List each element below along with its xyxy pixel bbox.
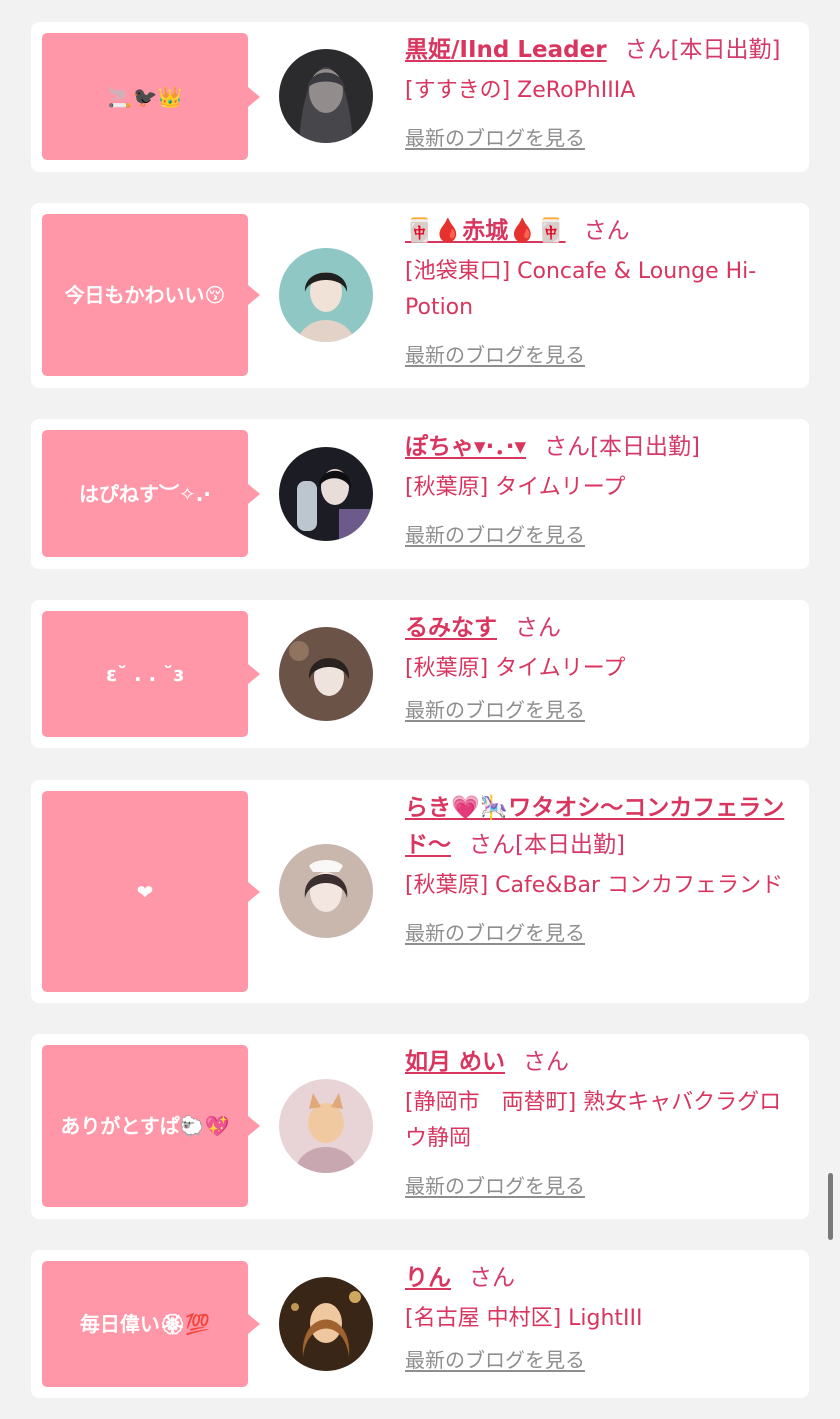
message-text: ɛ˘ . . ˘ɜ: [105, 662, 185, 686]
avatar-image: [279, 627, 373, 721]
name-line: らき💗🎠ワタオシ〜コンカフェランド〜 さん[本日出勤]: [405, 790, 795, 864]
card-6: ありがとすぱ🐑💖 如月 めい さん [静岡市 両替町] 熟女キャバクラグロウ静岡 …: [31, 1034, 809, 1219]
message-bubble: 🚬🐦‍⬛👑: [42, 33, 260, 160]
scrollbar[interactable]: [828, 1173, 833, 1240]
honorific: さん: [469, 1265, 515, 1291]
avatar-image: [279, 447, 373, 541]
shop-name: [静岡市 両替町] 熟女キャバクラグロウ静岡: [405, 1090, 782, 1151]
status-badge: [本日出勤]: [515, 832, 625, 858]
name-line: りん さん: [405, 1260, 795, 1297]
blog-link[interactable]: 最新のブログを見る: [405, 123, 795, 153]
cast-name-link[interactable]: 如月 めい: [405, 1049, 505, 1075]
blog-link[interactable]: 最新のブログを見る: [405, 340, 795, 370]
info: 🀄🩸赤城🩸🀄 さん [池袋東口] Concafe & Lounge Hi-Poti…: [405, 213, 795, 370]
name-line: ぽちゃ▾·．·▾ さん[本日出勤]: [405, 429, 795, 466]
name-line: 如月 めい さん: [405, 1044, 795, 1081]
message-bubble: ❤: [42, 791, 260, 992]
shop-name: [すすきの] ZeRoPhIIIA: [405, 78, 636, 103]
honorific: さん: [469, 832, 515, 858]
blog-link[interactable]: 最新のブログを見る: [405, 1171, 795, 1201]
message-text: はぴねす︶✧.·: [79, 481, 211, 506]
avatar-image: [279, 1277, 373, 1371]
cast-name-link[interactable]: りん: [405, 1265, 451, 1291]
shop-name: [秋葉原] タイムリープ: [405, 475, 626, 500]
name-line: 🀄🩸赤城🩸🀄 さん: [405, 213, 795, 250]
shop-name: [名古屋 中村区] LightIII: [405, 1306, 643, 1331]
card-2: 今日もかわいい😚 🀄🩸赤城🩸🀄 さん [池袋東口] Concafe & Loung…: [31, 203, 809, 388]
avatar[interactable]: [279, 248, 373, 342]
status-badge: [本日出勤]: [670, 37, 781, 63]
message-text: 今日もかわいい😚: [64, 283, 226, 307]
status-badge: [本日出勤]: [590, 434, 701, 460]
card-3: はぴねす︶✧.· ぽちゃ▾·．·▾ さん[本日出勤] [秋葉原] タイムリープ 最…: [31, 419, 809, 569]
cast-name-link[interactable]: 🀄🩸赤城🩸🀄: [405, 218, 566, 244]
avatar[interactable]: [279, 1277, 373, 1371]
shop-name: [池袋東口] Concafe & Lounge Hi-Potion: [405, 259, 757, 320]
message-bubble: 今日もかわいい😚: [42, 214, 260, 376]
card-7: 毎日偉い🏵💯 りん さん [名古屋 中村区] LightIII 最新のブログを見る: [31, 1250, 809, 1398]
avatar-image: [279, 49, 373, 143]
info: るみなす さん [秋葉原] タイムリープ 最新のブログを見る: [405, 610, 795, 725]
info: りん さん [名古屋 中村区] LightIII 最新のブログを見る: [405, 1260, 795, 1375]
shop-name: [秋葉原] タイムリープ: [405, 656, 626, 681]
name-line: るみなす さん: [405, 610, 795, 647]
blog-link[interactable]: 最新のブログを見る: [405, 1345, 795, 1375]
cast-name-link[interactable]: 黒姫/IInd Leader: [405, 37, 607, 63]
cast-name-link[interactable]: るみなす: [405, 615, 497, 641]
avatar-image: [279, 844, 373, 938]
name-line: 黒姫/IInd Leader さん[本日出勤]: [405, 32, 795, 69]
blog-link[interactable]: 最新のブログを見る: [405, 918, 795, 948]
shop-name: [秋葉原] Cafe&Bar コンカフェランド: [405, 873, 784, 898]
avatar[interactable]: [279, 844, 373, 938]
blog-link[interactable]: 最新のブログを見る: [405, 520, 795, 550]
card-1: 🚬🐦‍⬛👑 黒姫/IInd Leader さん[本日出勤] [すすきの] ZeRo…: [31, 22, 809, 172]
info: 如月 めい さん [静岡市 両替町] 熟女キャバクラグロウ静岡 最新のブログを見る: [405, 1044, 795, 1201]
honorific: さん: [523, 1049, 570, 1075]
message-text: ❤: [136, 879, 154, 904]
avatar[interactable]: [279, 49, 373, 143]
cast-name-link[interactable]: ぽちゃ▾·．·▾: [405, 434, 526, 460]
message-bubble: ありがとすぱ🐑💖: [42, 1045, 260, 1207]
message-bubble: はぴねす︶✧.·: [42, 430, 260, 557]
honorific: さん: [544, 434, 591, 460]
avatar[interactable]: [279, 627, 373, 721]
message-text: 🚬🐦‍⬛👑: [107, 84, 183, 109]
info: らき💗🎠ワタオシ〜コンカフェランド〜 さん[本日出勤] [秋葉原] Cafe&Ba…: [405, 790, 795, 948]
message-bubble: ɛ˘ . . ˘ɜ: [42, 611, 260, 737]
message-text: ありがとすぱ🐑💖: [60, 1114, 230, 1138]
avatar-image: [279, 1079, 373, 1173]
message-bubble: 毎日偉い🏵💯: [42, 1261, 260, 1387]
honorific: さん: [624, 37, 671, 63]
blog-link[interactable]: 最新のブログを見る: [405, 695, 795, 725]
avatar[interactable]: [279, 1079, 373, 1173]
card-5: ❤ らき💗🎠ワタオシ〜コンカフェランド〜 さん[本日出勤] [秋葉原] Cafe&…: [31, 780, 809, 1003]
info: 黒姫/IInd Leader さん[本日出勤] [すすきの] ZeRoPhIIIA…: [405, 32, 795, 153]
avatar-image: [279, 248, 373, 342]
avatar[interactable]: [279, 447, 373, 541]
message-text: 毎日偉い🏵💯: [79, 1312, 211, 1336]
card-4: ɛ˘ . . ˘ɜ るみなす さん [秋葉原] タイムリープ 最新のブログを見る: [31, 600, 809, 748]
honorific: さん: [583, 218, 630, 244]
honorific: さん: [515, 615, 561, 641]
info: ぽちゃ▾·．·▾ さん[本日出勤] [秋葉原] タイムリープ 最新のブログを見る: [405, 429, 795, 550]
